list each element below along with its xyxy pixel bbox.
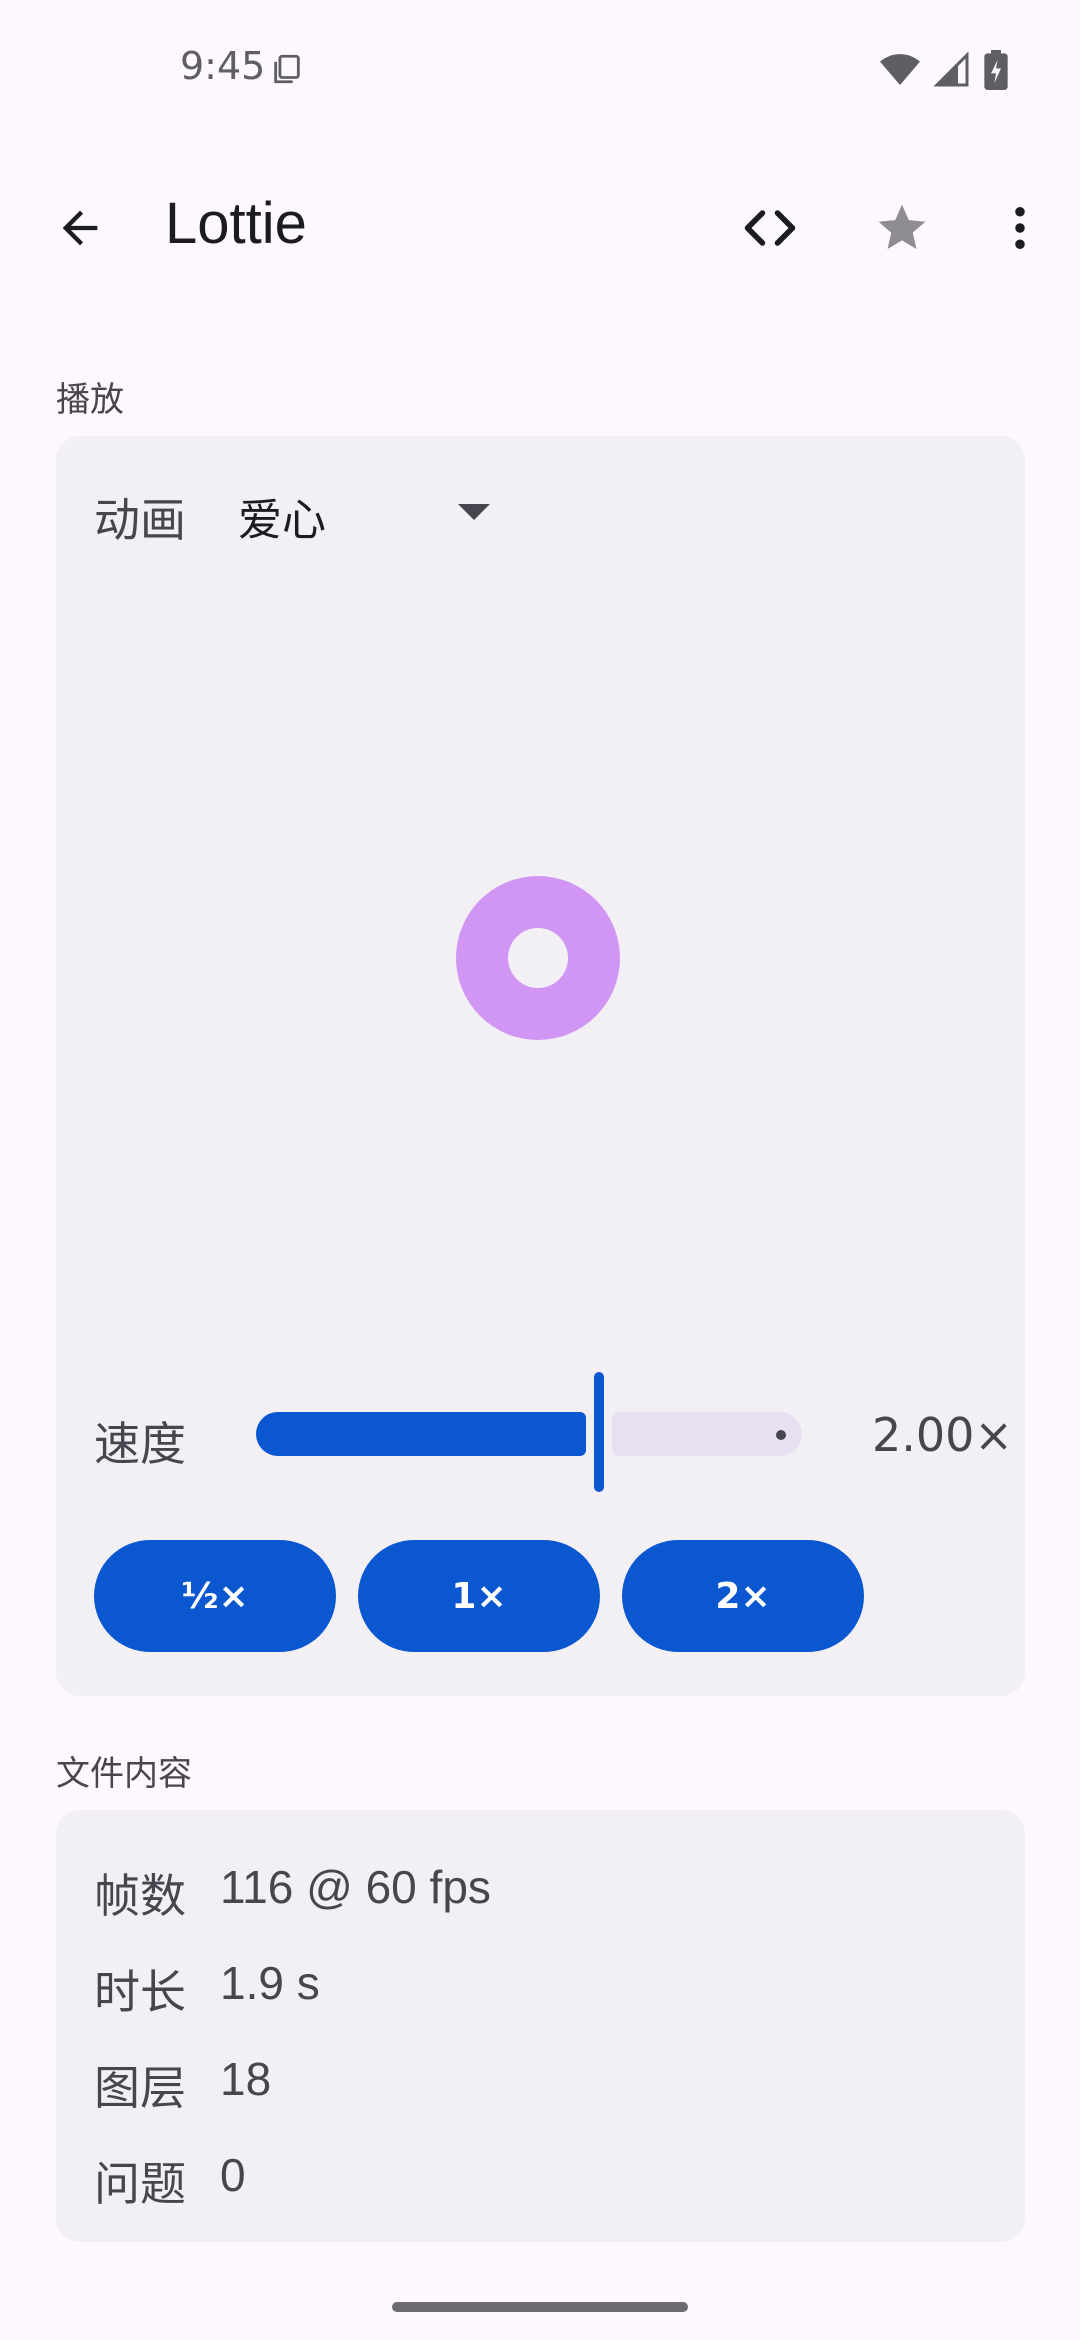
info-row-layers: 图层 18 [94,2052,271,2118]
speed-half-button[interactable]: ½× [94,1540,336,1652]
speed-1x-button[interactable]: 1× [358,1540,600,1652]
animation-selected-value: 爱心 [238,495,326,546]
speed-value: 2.00× [872,1408,1013,1462]
info-key: 图层 [94,2061,186,2115]
info-key: 帧数 [94,1869,186,1923]
playback-card: 动画 爱心 速度 2.00× ½× 1× 2× [56,436,1025,1696]
speed-slider[interactable] [256,1372,876,1492]
status-icons [880,50,1008,90]
info-row-frames: 帧数 116 @ 60 fps [94,1860,491,1926]
signal-icon [934,52,969,87]
info-key: 时长 [94,1965,186,2019]
more-options-button[interactable] [980,188,1060,268]
slider-handle[interactable] [594,1372,604,1492]
status-bar: 9:45 [0,0,1080,140]
animation-preview-center [508,928,568,988]
dropdown-arrow-icon [458,504,490,520]
info-row-duration: 时长 1.9 s [94,1956,320,2022]
info-row-issues: 问题 0 [94,2148,246,2214]
top-app-bar: Lottie [0,170,1080,282]
slider-stop-indicator [776,1430,786,1440]
file-content-section-title: 文件内容 [56,1754,192,1794]
info-value: 18 [220,2053,272,2105]
info-value: 1.9 s [220,1957,320,2009]
file-content-card: 帧数 116 @ 60 fps 时长 1.9 s 图层 18 问题 0 [56,1810,1025,2242]
status-time: 9:45 [180,44,266,88]
speed-2x-button[interactable]: 2× [622,1540,864,1652]
animation-preview [456,876,620,1040]
arrow-back-icon [62,210,98,246]
more-vert-icon [1015,206,1025,250]
slider-active-track [256,1412,586,1456]
slider-inactive-track [612,1412,802,1456]
info-key: 问题 [94,2157,186,2211]
info-value: 116 @ 60 fps [220,1861,491,1913]
speed-label: 速度 [94,1417,186,1471]
home-indicator[interactable] [392,2302,688,2312]
animation-dropdown[interactable]: 爱心 [238,466,498,552]
code-button[interactable] [730,188,810,268]
playback-section-title: 播放 [56,380,124,420]
star-icon [878,204,926,249]
wifi-icon [880,54,920,85]
back-button[interactable] [40,188,120,268]
info-value: 0 [220,2149,246,2201]
code-icon [744,210,796,246]
battery-charging-icon [984,50,1008,90]
page-title: Lottie [165,191,307,256]
animation-label: 动画 [94,493,186,547]
favorite-button[interactable] [862,188,942,268]
copy-icon [274,54,300,84]
screen: 9:45 Lottie 播放 动画 爱心 速度 2.00× ½× 1× 2× 文… [0,0,1080,2340]
